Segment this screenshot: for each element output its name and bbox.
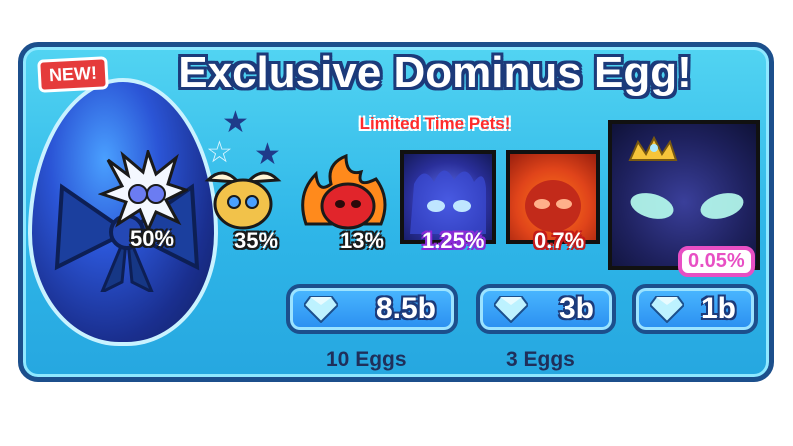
price-label: 3b [558,292,594,325]
buy-3-eggs-button[interactable]: 3b [476,284,616,334]
winged-pet-icon [204,171,282,230]
star-icon: ★ [222,105,249,140]
drop-chance-label: 0.05% [688,250,745,272]
pet-slot[interactable]: 35% [198,160,288,256]
pet-slot[interactable]: 0.7% [506,150,602,256]
buy-1-egg-button[interactable]: 1b [632,284,758,334]
rarity-badge: 0.05% [678,246,755,277]
drop-chance-label: 1.25% [422,228,485,253]
fire-pet-icon [301,153,387,230]
egg-count-label: 3 Eggs [506,348,575,371]
pet-slot[interactable]: 0.05% [608,120,768,280]
pet-slot[interactable]: 1.25% [400,150,500,256]
egg-count-label: 10 Eggs [326,348,407,371]
buy-10-eggs-button[interactable]: 8.5b [286,284,458,334]
new-badge: NEW! [37,56,109,93]
drop-chance-label: 13% [340,228,385,253]
lightning-pet-icon [97,146,190,234]
drop-chance-label: 35% [234,228,279,253]
drop-chance-label: 0.7% [534,228,585,253]
drop-chance-label: 50% [130,226,175,251]
price-label: 8.5b [375,292,436,325]
pet-slot[interactable]: 50% [97,146,190,251]
price-label: 1b [700,292,736,325]
diamond-icon [494,296,528,323]
limited-time-subtitle: Limited Time Pets! [359,114,511,133]
diamond-icon [650,296,684,323]
page-title: Exclusive Dominus Egg! [178,48,692,97]
pet-slot[interactable]: 13% [296,153,396,254]
diamond-icon [304,296,338,323]
